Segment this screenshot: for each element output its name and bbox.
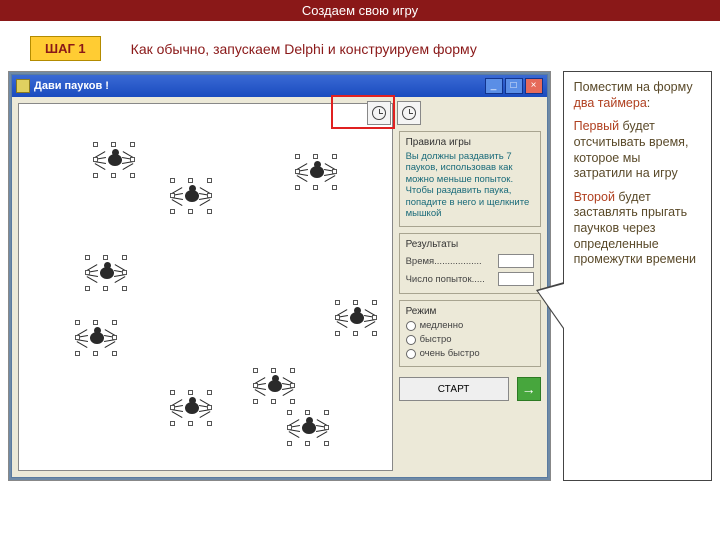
slide-header: Создаем свою игру — [0, 0, 720, 21]
results-label: Результаты — [406, 239, 534, 250]
spider-image[interactable] — [257, 372, 291, 400]
rules-label: Правила игры — [406, 137, 534, 148]
rules-group: Правила игры Вы должны раздавить 7 пауко… — [399, 131, 541, 227]
spider-image[interactable] — [97, 146, 131, 174]
radio-icon — [406, 349, 416, 359]
spider-image[interactable] — [299, 158, 333, 186]
clock-icon — [402, 106, 416, 120]
callout-p1b: два таймера — [574, 96, 647, 110]
spider-image[interactable] — [79, 324, 113, 352]
mode-veryfast-label: очень быстро — [420, 348, 480, 359]
game-canvas[interactable] — [18, 103, 393, 471]
titlebar-text: Дави пауков ! — [34, 80, 485, 92]
slide-header-text: Создаем свою игру — [302, 3, 418, 18]
titlebar: Дави пауков ! _ □ × — [12, 75, 547, 97]
tries-label: Число попыток..... — [406, 274, 485, 285]
window-minimize-button[interactable]: _ — [485, 78, 503, 94]
callout-p1a: Поместим на форму — [574, 80, 693, 94]
clock-icon — [372, 106, 386, 120]
mode-slow-label: медленно — [420, 320, 464, 331]
go-button[interactable]: → — [517, 377, 541, 401]
time-field[interactable] — [498, 254, 534, 268]
rules-text: Вы должны раздавить 7 пауков, использова… — [406, 151, 534, 219]
start-button[interactable]: СТАРТ — [399, 377, 509, 401]
mode-veryfast-radio[interactable]: очень быстро — [406, 348, 534, 359]
callout-p1c: : — [647, 96, 650, 110]
spider-image[interactable] — [89, 259, 123, 287]
mode-slow-radio[interactable]: медленно — [406, 320, 534, 331]
step-badge: ШАГ 1 — [30, 36, 101, 61]
spider-image[interactable] — [174, 394, 208, 422]
titlebar-icon — [16, 79, 30, 93]
timer-2[interactable] — [397, 101, 421, 125]
slide-title: Как обычно, запускаем Delphi и конструир… — [131, 41, 477, 57]
spider-image[interactable] — [174, 182, 208, 210]
mode-fast-label: быстро — [420, 334, 452, 345]
step-row: ШАГ 1 Как обычно, запускаем Delphi и кон… — [30, 36, 720, 61]
tries-field[interactable] — [498, 272, 534, 286]
radio-icon — [406, 321, 416, 331]
mode-group: Режим медленно быстро очень быстро — [399, 300, 541, 367]
app-window: Дави пауков ! _ □ × Правила игры — [11, 74, 548, 478]
window-close-button[interactable]: × — [525, 78, 543, 94]
mode-label: Режим — [406, 306, 534, 317]
results-group: Результаты Время.................. Число… — [399, 233, 541, 294]
window-maximize-button[interactable]: □ — [505, 78, 523, 94]
side-panel: Правила игры Вы должны раздавить 7 пауко… — [399, 103, 541, 471]
radio-icon — [406, 335, 416, 345]
callout-p2a: Первый — [574, 119, 620, 133]
spider-image[interactable] — [339, 304, 373, 332]
spider-image[interactable] — [291, 414, 325, 442]
time-label: Время.................. — [406, 256, 482, 267]
screenshot: Дави пауков ! _ □ × Правила игры — [8, 71, 551, 481]
step-badge-text: ШАГ 1 — [45, 41, 86, 56]
mode-fast-radio[interactable]: быстро — [406, 334, 534, 345]
callout-box: Поместим на форму два таймера: Первый бу… — [563, 71, 712, 481]
callout-p3a: Второй — [574, 190, 615, 204]
